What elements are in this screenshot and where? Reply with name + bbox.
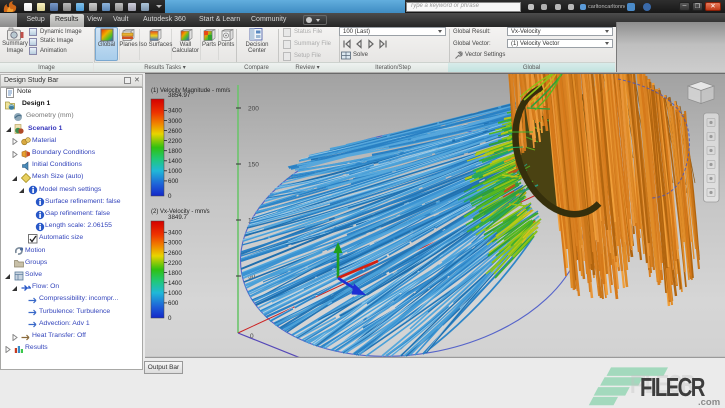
svg-text:2200: 2200 bbox=[168, 138, 182, 145]
svg-text:150: 150 bbox=[248, 162, 259, 169]
svg-text:2600: 2600 bbox=[168, 250, 182, 257]
svg-text:1000: 1000 bbox=[168, 168, 182, 175]
svg-text:3000: 3000 bbox=[168, 240, 182, 247]
svg-text:.com: .com bbox=[698, 397, 720, 408]
svg-text:3849.7: 3849.7 bbox=[168, 214, 187, 221]
svg-text:0: 0 bbox=[168, 193, 172, 200]
svg-text:0: 0 bbox=[250, 333, 254, 340]
svg-text:1400: 1400 bbox=[168, 158, 182, 165]
svg-text:3000: 3000 bbox=[168, 118, 182, 125]
svg-text:1000: 1000 bbox=[168, 290, 182, 297]
svg-text:(1) Velocity Magnitude - mm/s: (1) Velocity Magnitude - mm/s bbox=[151, 88, 230, 94]
svg-text:2200: 2200 bbox=[168, 260, 182, 267]
svg-text:1400: 1400 bbox=[168, 280, 182, 287]
svg-text:3854.97: 3854.97 bbox=[168, 92, 191, 99]
svg-text:2600: 2600 bbox=[168, 128, 182, 135]
svg-text:1800: 1800 bbox=[168, 148, 182, 155]
svg-text:600: 600 bbox=[168, 300, 179, 307]
svg-text:1800: 1800 bbox=[168, 270, 182, 277]
svg-text:200: 200 bbox=[248, 106, 259, 113]
svg-text:3400: 3400 bbox=[168, 108, 182, 115]
svg-text:3400: 3400 bbox=[168, 230, 182, 237]
svg-text:0: 0 bbox=[168, 315, 172, 322]
svg-text:FILECR: FILECR bbox=[640, 373, 706, 402]
svg-text:600: 600 bbox=[168, 178, 179, 185]
